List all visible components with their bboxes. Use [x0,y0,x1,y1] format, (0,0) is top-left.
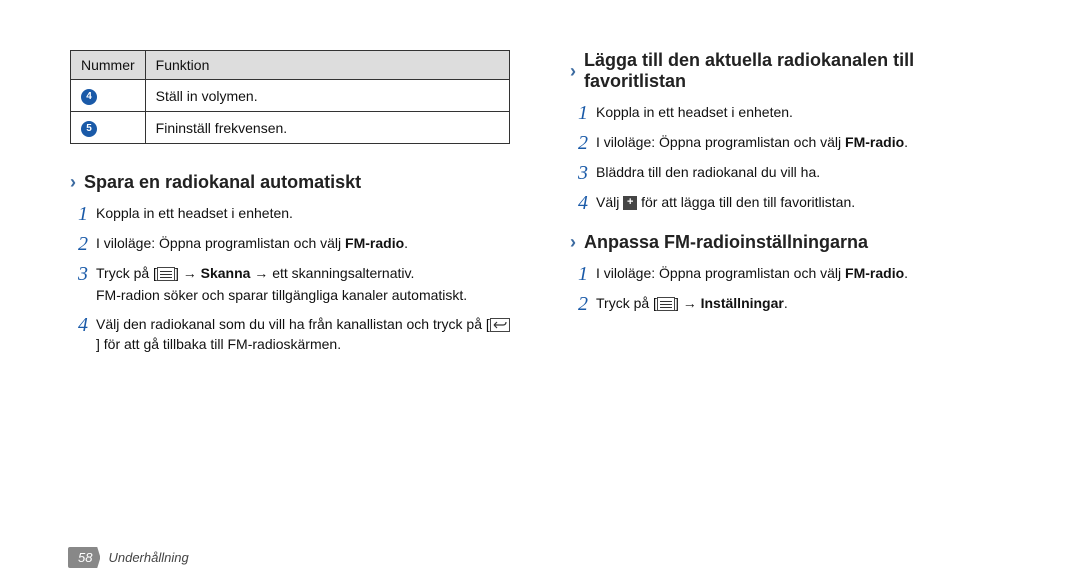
step-text: I viloläge: Öppna programlistan och välj… [96,233,510,253]
menu-icon [657,297,675,311]
step-number: 3 [70,263,88,285]
step-number: 4 [570,192,588,214]
step-item: 2 I viloläge: Öppna programlistan och vä… [70,233,510,255]
step-text-part: Välj den radiokanal som du vill ha från … [96,316,490,332]
step-text-part: Tryck på [ [96,265,157,281]
table-row: 4 Ställ in volymen. [71,80,510,112]
function-table: Nummer Funktion 4 Ställ in volymen. 5 Fi… [70,50,510,144]
table-header-function: Funktion [145,51,509,80]
page-number-badge: 58 [68,547,100,568]
step-item: 4 Välj den radiokanal som du vill ha frå… [70,314,510,355]
step-text-part: ] för att gå tillbaka till FM-radioskärm… [96,336,341,352]
table-row: 5 Fininställ frekvensen. [71,112,510,144]
step-text-part: . [784,295,788,311]
step-item: 3 Tryck på [ ] → Skanna → ett skanningsal… [70,263,510,306]
hamburger-lines [160,269,172,280]
step-text-part: . [904,134,908,150]
table-cell-number: 5 [71,112,146,144]
step-number: 2 [570,293,588,315]
step-text-part: → ett skanningsalternativ. [250,265,414,281]
step-text-part: I viloläge: Öppna programlistan och välj [596,134,845,150]
step-item: 3 Bläddra till den radiokanal du vill ha… [570,162,1010,184]
section-heading: › Anpassa FM-radioinställningarna [570,232,1010,253]
circled-number-icon: 5 [81,121,97,137]
back-icon [490,318,510,332]
footer-section-label: Underhållning [108,550,188,565]
step-text-part: I viloläge: Öppna programlistan och välj [596,265,845,281]
step-text: Välj + för att lägga till den till favor… [596,192,1010,212]
step-text-bold: FM-radio [845,265,904,281]
step-text: I viloläge: Öppna programlistan och välj… [596,263,1010,283]
two-column-layout: Nummer Funktion 4 Ställ in volymen. 5 Fi… [70,50,1010,362]
chevron-icon: › [570,61,576,82]
step-item: 2 I viloläge: Öppna programlistan och vä… [570,132,1010,154]
step-text: Koppla in ett headset i enheten. [96,203,510,223]
steps-list: 1 Koppla in ett headset i enheten. 2 I v… [70,203,510,354]
plus-icon: + [623,196,637,210]
step-number: 1 [570,263,588,285]
section-title: Anpassa FM-radioinställningarna [584,232,868,253]
step-number: 4 [70,314,88,336]
step-item: 1 Koppla in ett headset i enheten. [570,102,1010,124]
table-header-number: Nummer [71,51,146,80]
step-number: 1 [70,203,88,225]
page-footer: 58 Underhållning [68,547,189,568]
step-text-part: . [404,235,408,251]
step-text-part: Välj [596,194,623,210]
step-text-part: Tryck på [ [596,295,657,311]
document-page: Nummer Funktion 4 Ställ in volymen. 5 Fi… [0,0,1080,586]
step-text-bold: FM-radio [345,235,404,251]
section-title: Spara en radiokanal automatiskt [84,172,361,193]
step-text: Tryck på [ ] → Inställningar. [596,293,1010,313]
step-number: 3 [570,162,588,184]
step-text-bold: FM-radio [845,134,904,150]
step-text: Välj den radiokanal som du vill ha från … [96,314,510,355]
table-cell-desc: Ställ in volymen. [145,80,509,112]
step-text-part: för att lägga till den till favoritlista… [637,194,855,210]
hamburger-lines [660,299,672,310]
step-text-bold: Skanna [201,265,251,281]
step-text-part: ] → [675,295,701,311]
step-text: I viloläge: Öppna programlistan och välj… [596,132,1010,152]
section-title: Lägga till den aktuella radiokanalen til… [584,50,1010,92]
table-cell-number: 4 [71,80,146,112]
step-subtext: FM-radion söker och sparar tillgängliga … [96,285,510,305]
right-column: › Lägga till den aktuella radiokanalen t… [570,50,1010,362]
step-number: 2 [570,132,588,154]
step-item: 2 Tryck på [ ] → Inställningar. [570,293,1010,315]
step-item: 4 Välj + för att lägga till den till fav… [570,192,1010,214]
section-heading: › Lägga till den aktuella radiokanalen t… [570,50,1010,92]
step-text-part: ] → [175,265,201,281]
step-text-bold: Inställningar [701,295,784,311]
menu-icon [157,267,175,281]
step-text-part: . [904,265,908,281]
steps-list: 1 Koppla in ett headset i enheten. 2 I v… [570,102,1010,214]
step-text: Bläddra till den radiokanal du vill ha. [596,162,1010,182]
step-text-part: I viloläge: Öppna programlistan och välj [96,235,345,251]
circled-number-icon: 4 [81,89,97,105]
table-header-row: Nummer Funktion [71,51,510,80]
step-number: 1 [570,102,588,124]
step-item: 1 Koppla in ett headset i enheten. [70,203,510,225]
step-item: 1 I viloläge: Öppna programlistan och vä… [570,263,1010,285]
table-cell-desc: Fininställ frekvensen. [145,112,509,144]
left-column: Nummer Funktion 4 Ställ in volymen. 5 Fi… [70,50,510,362]
steps-list: 1 I viloläge: Öppna programlistan och vä… [570,263,1010,315]
step-text: Koppla in ett headset i enheten. [596,102,1010,122]
section-heading: › Spara en radiokanal automatiskt [70,172,510,193]
chevron-icon: › [570,232,576,253]
chevron-icon: › [70,172,76,193]
step-text: Tryck på [ ] → Skanna → ett skanningsalte… [96,263,510,306]
step-number: 2 [70,233,88,255]
